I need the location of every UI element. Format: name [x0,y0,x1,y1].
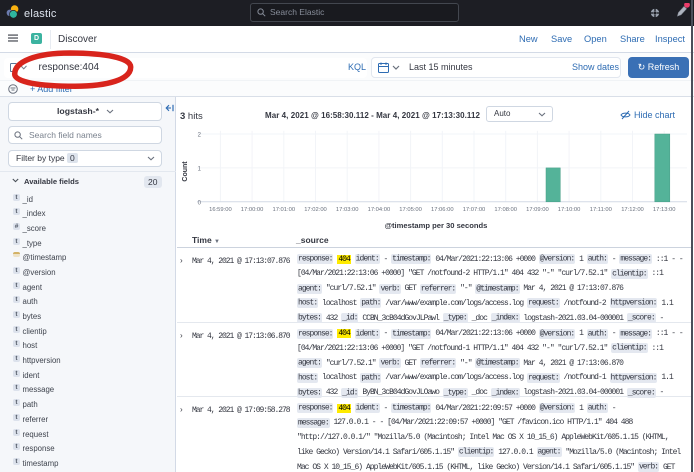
svg-text:17:08:00: 17:08:00 [494,207,517,213]
svg-text:17:00:00: 17:00:00 [241,207,264,213]
svg-text:1: 1 [198,166,202,172]
svg-text:17:07:00: 17:07:00 [463,207,486,213]
svg-text:17:05:00: 17:05:00 [399,207,422,213]
svg-text:17:01:00: 17:01:00 [273,207,296,213]
svg-text:17:13:00: 17:13:00 [653,207,676,213]
svg-text:0: 0 [198,200,202,206]
svg-text:17:10:00: 17:10:00 [558,207,581,213]
svg-text:17:09:00: 17:09:00 [526,207,549,213]
svg-text:2: 2 [198,133,202,139]
svg-text:17:12:00: 17:12:00 [621,207,644,213]
svg-text:17:04:00: 17:04:00 [368,207,391,213]
svg-text:16:59:00: 16:59:00 [209,207,232,213]
svg-text:Count: Count [182,161,189,182]
svg-text:17:06:00: 17:06:00 [431,207,454,213]
svg-text:17:02:00: 17:02:00 [304,207,327,213]
svg-text:@timestamp per 30 seconds: @timestamp per 30 seconds [385,221,488,230]
svg-text:17:03:00: 17:03:00 [336,207,359,213]
svg-text:17:11:00: 17:11:00 [590,207,612,213]
